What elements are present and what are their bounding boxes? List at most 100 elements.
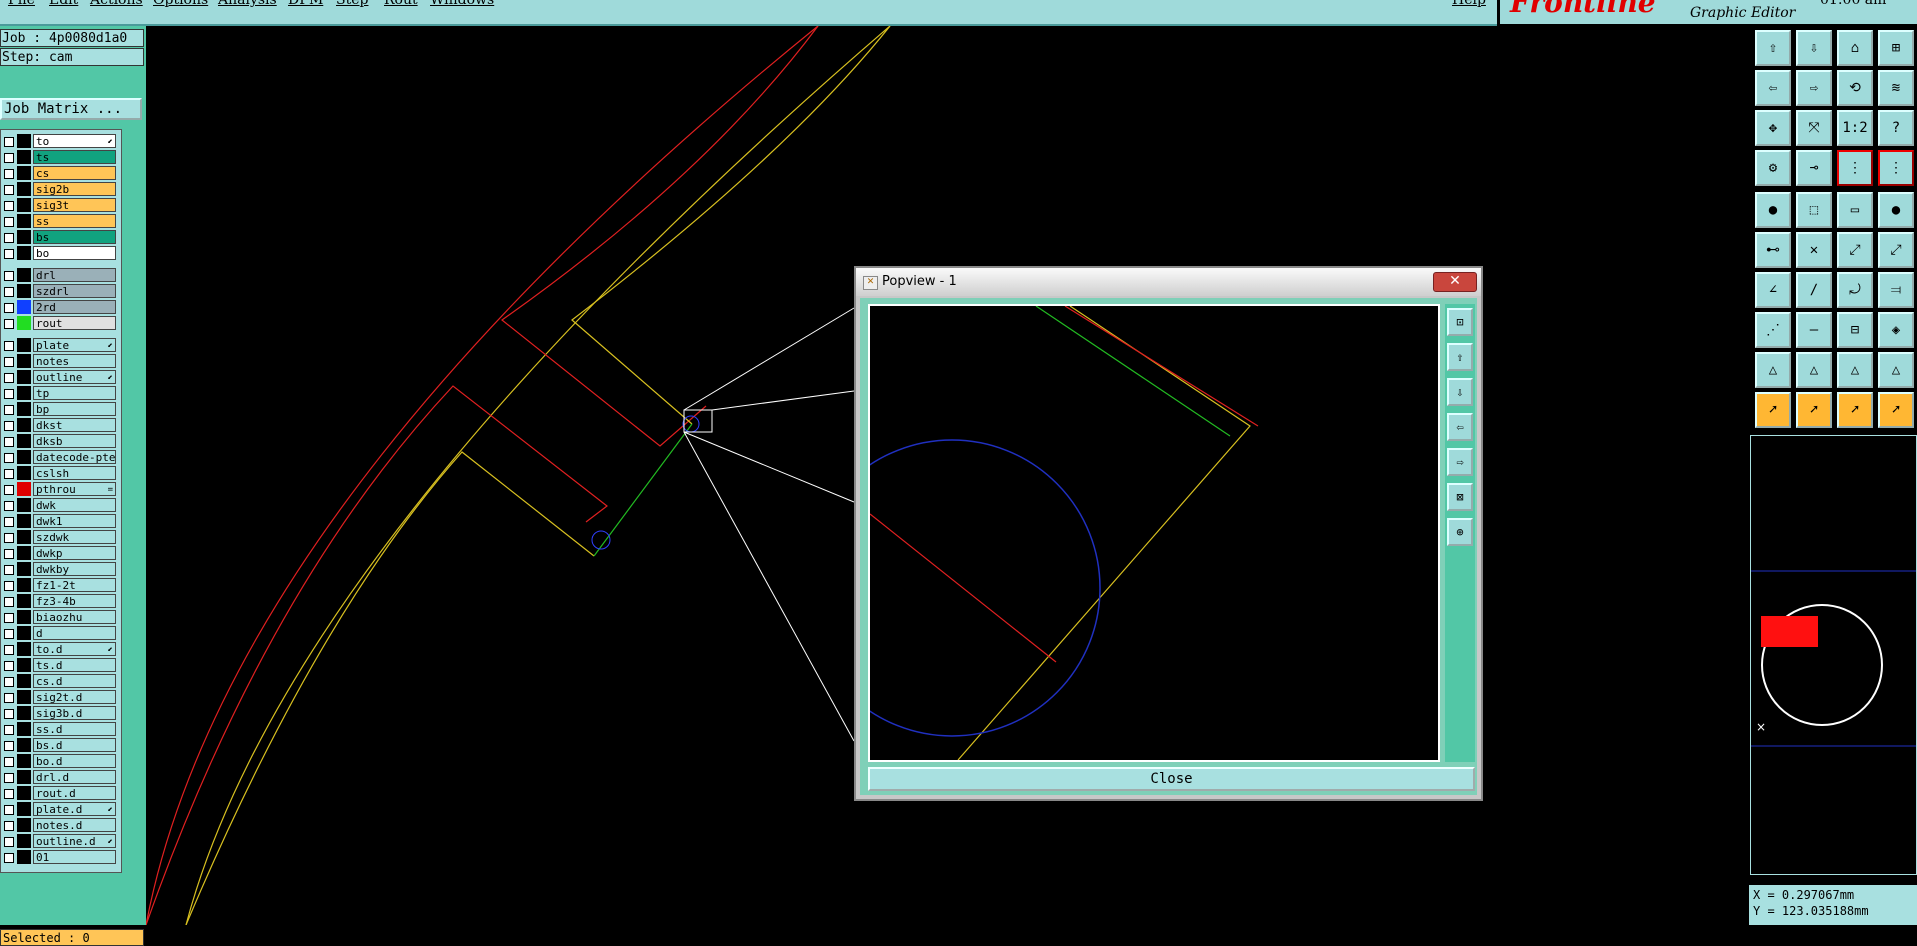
- layer-checkbox[interactable]: [4, 501, 14, 511]
- layer-color-swatch[interactable]: [17, 722, 31, 736]
- layer-name[interactable]: ts: [33, 150, 116, 164]
- menu-actions[interactable]: Actions: [90, 0, 143, 8]
- layer-name[interactable]: outline.d ⬋: [33, 834, 116, 848]
- layer-color-swatch[interactable]: [17, 626, 31, 640]
- layer-row[interactable]: sig3t: [1, 198, 119, 212]
- layer-name[interactable]: szdrl: [33, 284, 116, 298]
- split-icon[interactable]: ⋰: [1755, 312, 1791, 348]
- layer-checkbox[interactable]: [4, 677, 14, 687]
- layer-checkbox[interactable]: [4, 437, 14, 447]
- layer-row[interactable]: ss.d: [1, 722, 119, 736]
- layer-row[interactable]: datecode-pte: [1, 450, 119, 464]
- layer-name[interactable]: datecode-pte: [33, 450, 116, 464]
- layer-color-swatch[interactable]: [17, 690, 31, 704]
- layer-name[interactable]: dkst: [33, 418, 116, 432]
- measure-icon[interactable]: ⊸: [1796, 150, 1832, 186]
- layer-row[interactable]: to.d ⬋: [1, 642, 119, 656]
- layer-name[interactable]: drl.d: [33, 770, 116, 784]
- pad-icon[interactable]: ◈: [1878, 312, 1914, 348]
- move-point-icon[interactable]: ⤢: [1837, 232, 1873, 268]
- layer-checkbox[interactable]: [4, 757, 14, 767]
- pan-right-icon[interactable]: ⇨: [1796, 70, 1832, 106]
- layer-checkbox[interactable]: [4, 613, 14, 623]
- layer-checkbox[interactable]: [4, 741, 14, 751]
- layer-name[interactable]: fz1-2t: [33, 578, 116, 592]
- layer-row[interactable]: notes: [1, 354, 119, 368]
- layer-color-swatch[interactable]: [17, 530, 31, 544]
- layer-checkbox[interactable]: [4, 271, 14, 281]
- layer-color-swatch[interactable]: [17, 786, 31, 800]
- layer-checkbox[interactable]: [4, 789, 14, 799]
- layer-checkbox[interactable]: [4, 137, 14, 147]
- layer-color-swatch[interactable]: [17, 230, 31, 244]
- layer-name[interactable]: sig2t.d: [33, 690, 116, 704]
- undo-icon[interactable]: ⟲: [1837, 70, 1873, 106]
- layer-name[interactable]: d: [33, 626, 116, 640]
- layer-name[interactable]: cs.d: [33, 674, 116, 688]
- job-matrix-button[interactable]: Job Matrix ...: [0, 98, 142, 120]
- layer-checkbox[interactable]: [4, 341, 14, 351]
- layer-row[interactable]: ss: [1, 214, 119, 228]
- layer-color-swatch[interactable]: [17, 450, 31, 464]
- angle-icon[interactable]: ∠: [1755, 272, 1791, 308]
- layer-color-swatch[interactable]: [17, 316, 31, 330]
- settings-icon[interactable]: ⚙: [1755, 150, 1791, 186]
- layer-color-swatch[interactable]: [17, 578, 31, 592]
- layer-checkbox[interactable]: [4, 773, 14, 783]
- layer-row[interactable]: bp: [1, 402, 119, 416]
- layer-row[interactable]: cs: [1, 166, 119, 180]
- layer-color-swatch[interactable]: [17, 246, 31, 260]
- layer-color-swatch[interactable]: [17, 370, 31, 384]
- layer-checkbox[interactable]: [4, 549, 14, 559]
- layer-row[interactable]: dwk1: [1, 514, 119, 528]
- layer-checkbox[interactable]: [4, 319, 14, 329]
- layer-checkbox[interactable]: [4, 565, 14, 575]
- layer-color-swatch[interactable]: [17, 594, 31, 608]
- layout-icon[interactable]: ⊞: [1878, 30, 1914, 66]
- layer-row[interactable]: plate.d ⬋: [1, 802, 119, 816]
- layer-row[interactable]: ts.d: [1, 658, 119, 672]
- layer-row[interactable]: plate ⬋: [1, 338, 119, 352]
- layer-checkbox[interactable]: [4, 661, 14, 671]
- layer-checkbox[interactable]: [4, 725, 14, 735]
- popview-zoom-in-icon[interactable]: ⊠: [1447, 483, 1473, 511]
- layer-checkbox[interactable]: [4, 201, 14, 211]
- layer-color-swatch[interactable]: [17, 482, 31, 496]
- pan-left-icon[interactable]: ⇦: [1755, 70, 1791, 106]
- layer-row[interactable]: szdwk: [1, 530, 119, 544]
- pan-up-icon[interactable]: ⇧: [1755, 30, 1791, 66]
- layer-name[interactable]: cs: [33, 166, 116, 180]
- help-icon[interactable]: ?: [1878, 110, 1914, 146]
- layer-color-swatch[interactable]: [17, 134, 31, 148]
- layer-row[interactable]: cs.d: [1, 674, 119, 688]
- layer-name[interactable]: 01: [33, 850, 116, 864]
- layer-row[interactable]: fz1-2t: [1, 578, 119, 592]
- layer-color-swatch[interactable]: [17, 562, 31, 576]
- layer-color-swatch[interactable]: [17, 466, 31, 480]
- layer-color-swatch[interactable]: [17, 546, 31, 560]
- select-icon[interactable]: ➚: [1755, 392, 1791, 428]
- layer-name[interactable]: sig3b.d: [33, 706, 116, 720]
- triangle-2-icon[interactable]: △: [1796, 352, 1832, 388]
- layer-name[interactable]: rout: [33, 316, 116, 330]
- layer-name[interactable]: sig2b: [33, 182, 116, 196]
- snap-icon[interactable]: ≋: [1878, 70, 1914, 106]
- triangle-1-icon[interactable]: △: [1755, 352, 1791, 388]
- layer-row[interactable]: pthrou =: [1, 482, 119, 496]
- arc-icon[interactable]: ⤾: [1837, 272, 1873, 308]
- layer-row[interactable]: bo: [1, 246, 119, 260]
- layer-row[interactable]: tp: [1, 386, 119, 400]
- layer-name[interactable]: outline ⬋: [33, 370, 116, 384]
- popview-canvas[interactable]: [868, 304, 1440, 762]
- layer-checkbox[interactable]: [4, 153, 14, 163]
- popview-up-icon[interactable]: ⇧: [1447, 343, 1473, 371]
- select-2-icon[interactable]: ➚: [1796, 392, 1832, 428]
- layer-color-swatch[interactable]: [17, 818, 31, 832]
- layer-row[interactable]: bs: [1, 230, 119, 244]
- zoom-fit-icon[interactable]: ✥: [1755, 110, 1791, 146]
- layer-checkbox[interactable]: [4, 533, 14, 543]
- layer-row[interactable]: dksb: [1, 434, 119, 448]
- menu-analysis[interactable]: Analysis: [218, 0, 277, 8]
- layer-row[interactable]: to ⬋: [1, 134, 119, 148]
- layer-row[interactable]: 01: [1, 850, 119, 864]
